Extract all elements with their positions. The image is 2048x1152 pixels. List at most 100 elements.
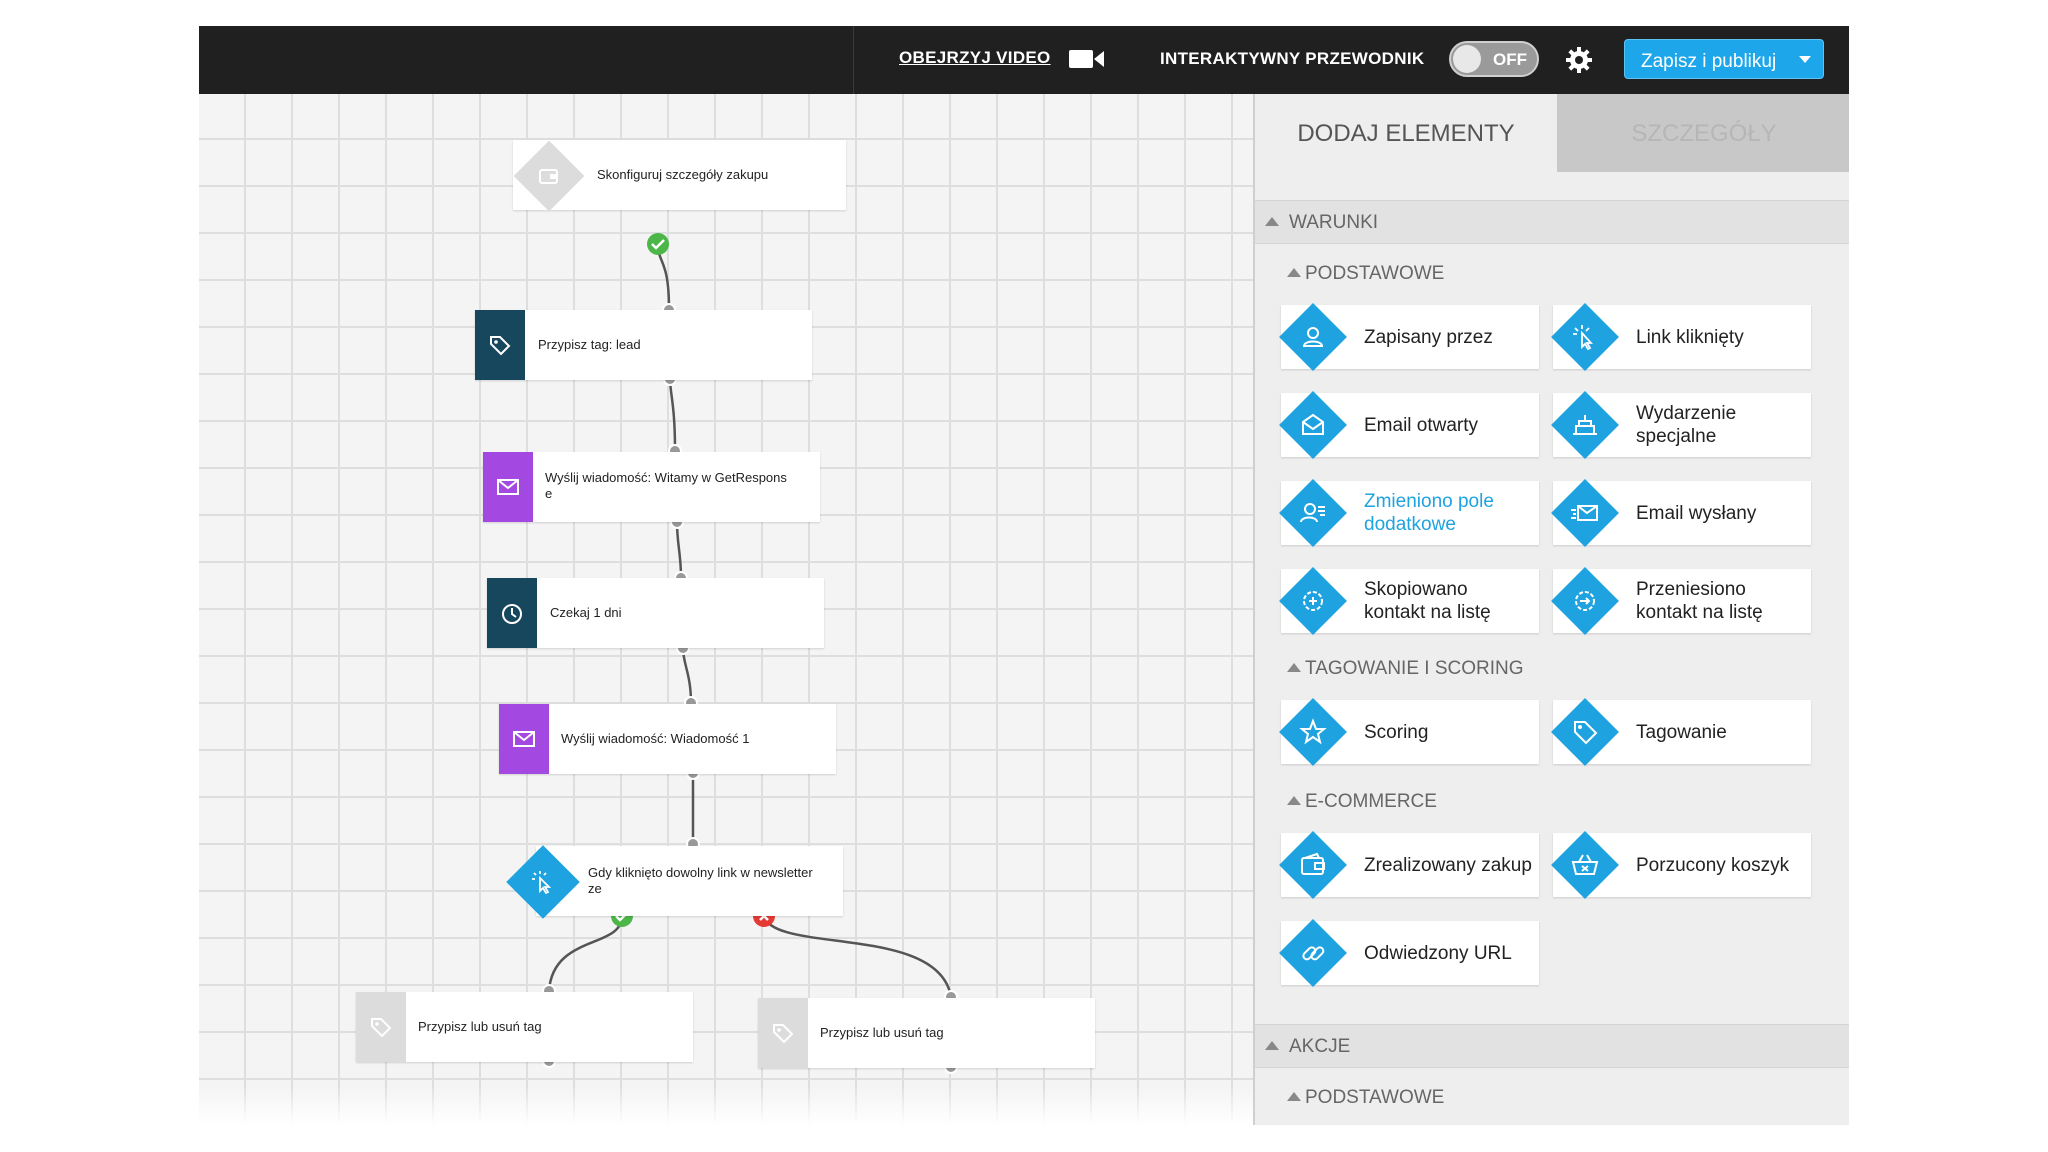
section-conditions-header[interactable]: WARUNKI bbox=[1255, 200, 1849, 244]
top-bar: OBEJRZYJ VIDEO INTERAKTYWNY PRZEWODNIK O… bbox=[199, 26, 1849, 94]
element-email-opened[interactable]: Email otwarty bbox=[1279, 391, 1539, 459]
link-icon bbox=[1302, 946, 1325, 961]
user-edit-icon bbox=[1300, 503, 1325, 523]
wallet-icon bbox=[1301, 852, 1325, 875]
element-label: Scoring bbox=[1364, 721, 1429, 743]
element-special-event[interactable]: Wydarzenie specjalne bbox=[1551, 391, 1811, 459]
node-icon-square bbox=[499, 704, 549, 774]
node-label: Gdy kliknięto dowolny link w newsletter … bbox=[588, 865, 813, 896]
collapse-triangle-icon[interactable] bbox=[1287, 268, 1301, 277]
workflow-node-assign-tag-lead[interactable]: Przypisz tag: lead bbox=[475, 310, 812, 380]
gear-icon[interactable] bbox=[1565, 46, 1593, 74]
element-contact-moved[interactable]: Przeniesiono kontakt na listę bbox=[1551, 567, 1811, 635]
basket-icon bbox=[1571, 854, 1599, 875]
collapse-triangle-icon[interactable] bbox=[1265, 1041, 1279, 1050]
success-check-icon bbox=[647, 233, 669, 255]
workflow-canvas[interactable]: Skonfiguruj szczegóły zakupu Przypisz ta… bbox=[199, 94, 1253, 1125]
element-completed-purchase[interactable]: Zrealizowany zakup bbox=[1279, 831, 1539, 899]
copy-gear-icon bbox=[1303, 591, 1323, 611]
node-label: Czekaj 1 dni bbox=[550, 605, 622, 620]
element-label: Skopiowano kontakt na listę bbox=[1364, 579, 1491, 623]
collapse-triangle-icon[interactable] bbox=[1287, 796, 1301, 805]
sent-envelope-icon bbox=[1571, 505, 1598, 521]
element-label: Zmieniono pole dodatkowe bbox=[1364, 491, 1494, 535]
section-actions-header[interactable]: AKCJE bbox=[1255, 1024, 1849, 1068]
tag-icon bbox=[371, 1018, 392, 1038]
interactive-guide-toggle[interactable]: OFF bbox=[1449, 41, 1539, 77]
collapse-triangle-icon[interactable] bbox=[1265, 217, 1279, 226]
element-label: Email wysłany bbox=[1636, 502, 1757, 524]
tag-icon bbox=[1574, 721, 1598, 745]
workflow-node-tag-yes[interactable]: Przypisz lub usuń tag bbox=[356, 992, 693, 1062]
save-and-publish-button[interactable]: Zapisz i publikuj bbox=[1624, 39, 1824, 79]
tab-details[interactable]: SZCZEGÓŁY bbox=[1557, 94, 1849, 172]
node-icon-square bbox=[758, 998, 808, 1068]
elements-panel: DODAJ ELEMENTY SZCZEGÓŁY WARUNKI PODSTAW… bbox=[1253, 94, 1849, 1125]
chevron-down-icon[interactable] bbox=[1799, 56, 1811, 63]
workflow-node-send-welcome[interactable]: Wyślij wiadomość: Witamy w GetRespons e bbox=[483, 452, 820, 522]
element-custom-field-changed[interactable]: Zmieniono pole dodatkowe bbox=[1279, 479, 1539, 547]
element-label: Porzucony koszyk bbox=[1636, 854, 1790, 876]
subsection-tagging-label: TAGOWANIE I SCORING bbox=[1305, 658, 1524, 679]
tab-add-elements[interactable]: DODAJ ELEMENTY bbox=[1255, 94, 1557, 172]
subsection-basic-actions[interactable]: PODSTAWOWE bbox=[1287, 1087, 1444, 1109]
element-label: Tagowanie bbox=[1636, 721, 1727, 743]
subsection-basic[interactable]: PODSTAWOWE bbox=[1287, 263, 1445, 285]
element-label: Link kliknięty bbox=[1636, 326, 1744, 348]
element-abandoned-cart[interactable]: Porzucony koszyk bbox=[1551, 831, 1811, 899]
watch-video-link[interactable]: OBEJRZYJ VIDEO bbox=[899, 48, 1051, 68]
subsection-ecommerce[interactable]: E-COMMERCE bbox=[1287, 791, 1437, 813]
clock-icon bbox=[502, 604, 522, 624]
publish-label: Zapisz i publikuj bbox=[1641, 51, 1777, 72]
open-envelope-icon bbox=[1302, 413, 1324, 435]
envelope-icon bbox=[497, 479, 519, 495]
element-link-clicked[interactable]: Link kliknięty bbox=[1551, 303, 1811, 371]
top-bar-divider bbox=[853, 26, 854, 94]
move-gear-icon bbox=[1575, 591, 1595, 611]
section-conditions-label: WARUNKI bbox=[1289, 212, 1379, 233]
node-label: Wyślij wiadomość: Witamy w GetRespons e bbox=[545, 470, 787, 501]
star-icon bbox=[1299, 718, 1327, 745]
element-tagging[interactable]: Tagowanie bbox=[1551, 698, 1811, 766]
workflow-node-link-clicked[interactable]: Gdy kliknięto dowolny link w newsletter … bbox=[536, 846, 843, 916]
node-label: Przypisz tag: lead bbox=[538, 337, 641, 352]
node-icon-square bbox=[487, 578, 537, 648]
app-window: OBEJRZYJ VIDEO INTERAKTYWNY PRZEWODNIK O… bbox=[199, 26, 1849, 1125]
element-label: Wydarzenie specjalne bbox=[1636, 403, 1737, 447]
video-camera-icon[interactable] bbox=[1069, 48, 1105, 70]
tag-icon bbox=[490, 336, 511, 356]
element-subscribed-by[interactable]: Zapisany przez bbox=[1279, 303, 1539, 371]
node-label: Przypisz lub usuń tag bbox=[820, 1025, 944, 1040]
workflow-node-send-message-1[interactable]: Wyślij wiadomość: Wiadomość 1 bbox=[499, 704, 836, 774]
subsection-tagging-scoring[interactable]: TAGOWANIE I SCORING bbox=[1287, 658, 1524, 680]
cake-icon bbox=[1573, 415, 1597, 435]
node-icon-square bbox=[356, 992, 406, 1062]
element-email-sent[interactable]: Email wysłany bbox=[1551, 479, 1811, 547]
subsection-basic-label: PODSTAWOWE bbox=[1305, 263, 1445, 284]
element-contact-copied[interactable]: Skopiowano kontakt na listę bbox=[1279, 567, 1539, 635]
canvas-fade bbox=[199, 1085, 1253, 1125]
section-actions-label: AKCJE bbox=[1289, 1036, 1351, 1057]
node-label: Skonfiguruj szczegóły zakupu bbox=[597, 167, 769, 182]
node-label: Wyślij wiadomość: Wiadomość 1 bbox=[561, 731, 750, 746]
node-icon-square bbox=[483, 452, 533, 522]
element-label: Przeniesiono kontakt na listę bbox=[1636, 579, 1763, 623]
toggle-knob bbox=[1453, 45, 1481, 73]
subsection-ecommerce-label: E-COMMERCE bbox=[1305, 791, 1437, 812]
element-scoring[interactable]: Scoring bbox=[1279, 698, 1539, 766]
element-label: Zapisany przez bbox=[1364, 326, 1493, 348]
node-label: Przypisz lub usuń tag bbox=[418, 1019, 542, 1034]
collapse-triangle-icon[interactable] bbox=[1287, 663, 1301, 672]
element-label: Email otwarty bbox=[1364, 414, 1479, 436]
node-icon-square bbox=[475, 310, 525, 380]
workflow-node-tag-no[interactable]: Przypisz lub usuń tag bbox=[758, 998, 1095, 1068]
user-icon bbox=[1302, 327, 1324, 347]
element-visited-url[interactable]: Odwiedzony URL bbox=[1279, 919, 1539, 987]
wallet-icon bbox=[539, 169, 558, 184]
interactive-guide-label: INTERAKTYWNY PRZEWODNIK bbox=[1160, 49, 1425, 68]
workflow-node-wait[interactable]: Czekaj 1 dni bbox=[487, 578, 824, 648]
element-label: Zrealizowany zakup bbox=[1364, 854, 1532, 876]
toggle-state-label: OFF bbox=[1493, 50, 1527, 69]
cursor-click-icon bbox=[1573, 325, 1594, 351]
collapse-triangle-icon[interactable] bbox=[1287, 1092, 1301, 1101]
